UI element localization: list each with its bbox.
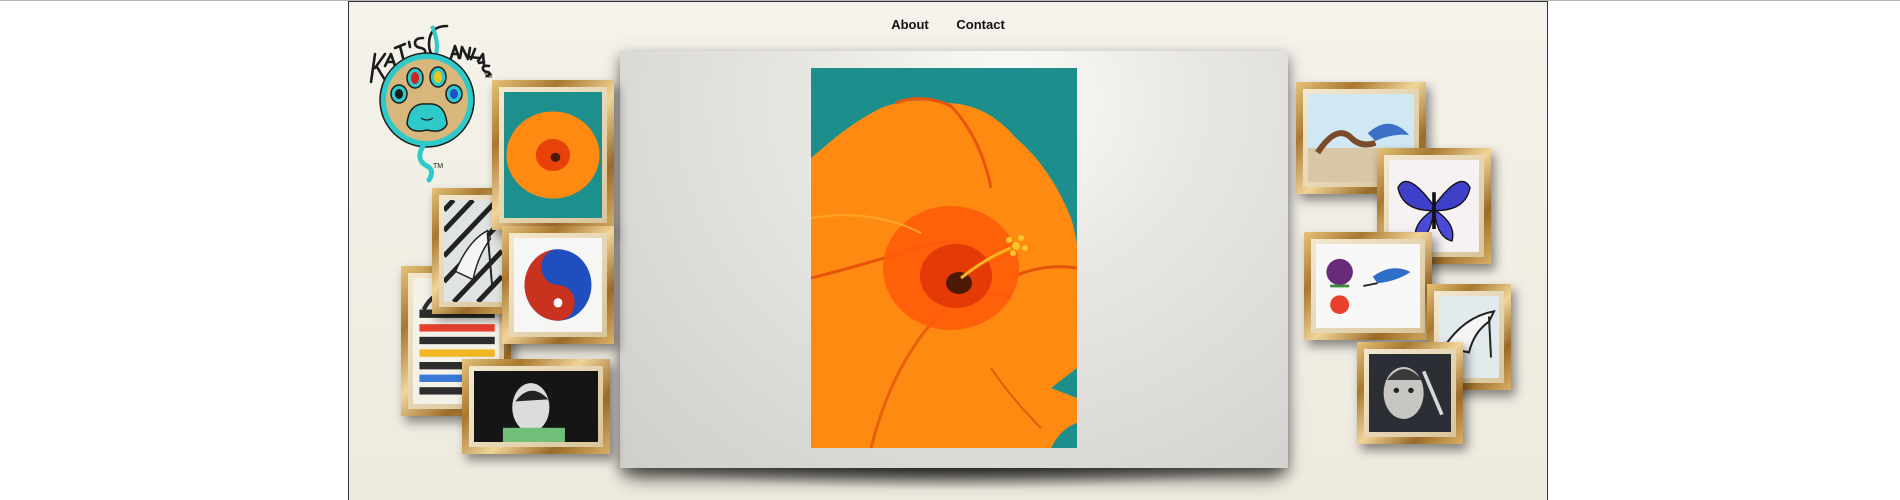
page-container: About Contact TM TM <box>348 1 1548 500</box>
face-portrait-art <box>1369 354 1451 432</box>
yin-yang-art <box>514 238 602 332</box>
featured-painting-hibiscus[interactable] <box>811 68 1077 448</box>
main-nav: About Contact <box>349 17 1547 32</box>
thumb-left-yin-yang[interactable] <box>502 226 614 344</box>
thumb-right-hummingbird[interactable] <box>1304 232 1432 340</box>
featured-stage <box>620 51 1288 468</box>
nav-about-link[interactable]: About <box>891 17 929 32</box>
hibiscus-thumb-art <box>504 92 602 218</box>
portrait-money-art <box>474 371 598 442</box>
kats-canvas-logo[interactable]: TM TM <box>363 14 493 184</box>
thumb-left-hibiscus[interactable] <box>492 80 614 230</box>
svg-text:TM: TM <box>433 163 443 170</box>
thumb-left-portrait-money[interactable] <box>462 359 610 454</box>
hummingbird-art <box>1316 244 1420 328</box>
nav-contact-link[interactable]: Contact <box>956 17 1004 32</box>
thumb-right-face-portrait[interactable] <box>1357 342 1463 444</box>
